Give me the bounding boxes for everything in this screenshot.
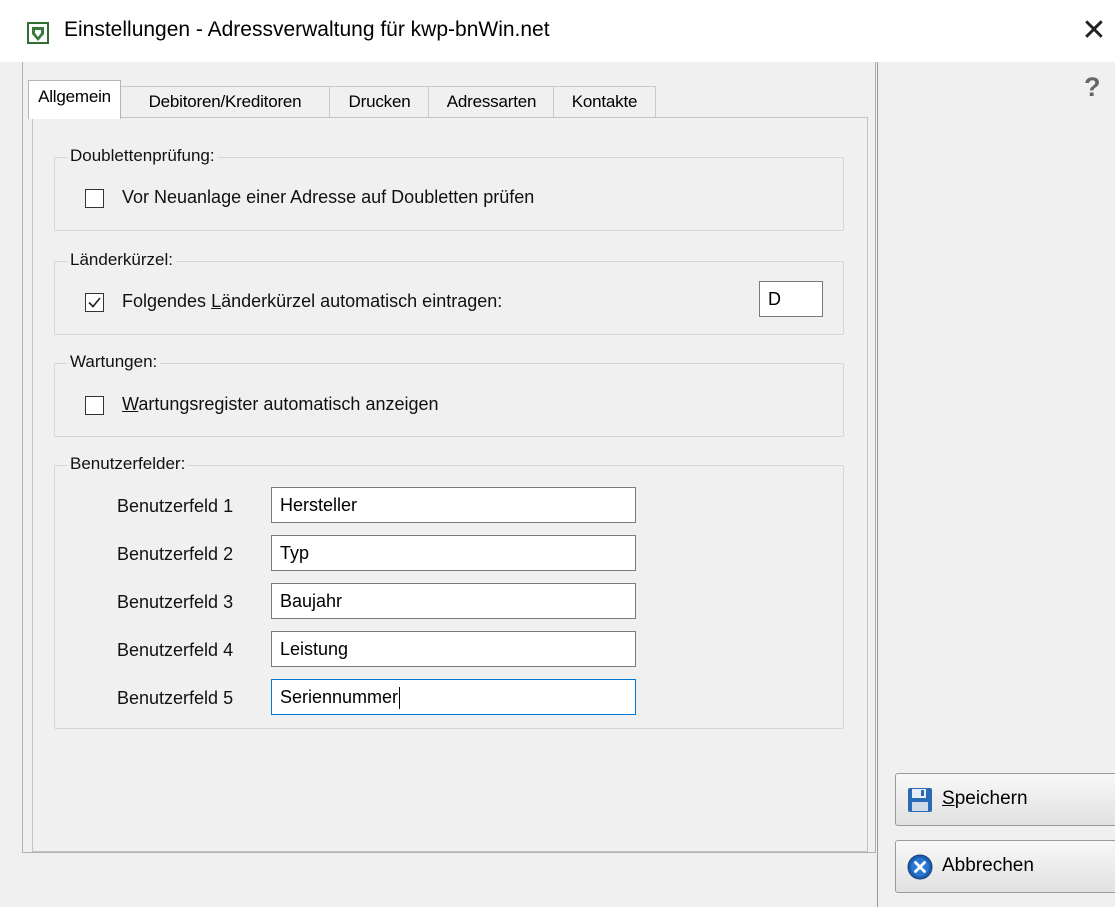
benutzerfeld-3-label: Benutzerfeld 3 [117,592,234,612]
cancel-button[interactable]: Abbrechen [895,840,1115,893]
group-title-doubletten: Doublettenprüfung: [67,146,218,166]
wartungen-checkbox-label[interactable]: Wartungsregister automatisch anzeigen [122,394,439,415]
benutzerfeld-1-input[interactable]: Hersteller [271,487,636,523]
tab-debitoren-kreditoren[interactable]: Debitoren/Kreditoren [119,86,331,117]
wartungen-label-mnemonic: W [122,394,139,414]
tab-adressarten[interactable]: Adressarten [428,86,555,117]
text-caret [399,687,401,710]
benutzerfeld-1-label: Benutzerfeld 1 [117,496,234,516]
laender-label-mnemonic: L [211,291,222,311]
benutzerfeld-4-label: Benutzerfeld 4 [117,640,234,660]
laenderkuerzel-input[interactable]: D [759,281,823,317]
title-bar: Einstellungen - Adressverwaltung für kwp… [0,0,1115,62]
doubletten-checkbox[interactable] [85,189,104,208]
close-icon: ✕ [1081,14,1107,47]
save-button-label: Speichern [942,788,1028,810]
cancel-x-icon [907,854,933,880]
laender-label-pre: Folgendes [122,291,212,311]
close-button[interactable]: ✕ [1078,14,1110,48]
save-label-mnemonic: S [942,788,955,809]
benutzerfeld-4-input[interactable]: Leistung [271,631,636,667]
app-shield-icon [27,22,49,44]
window-title: Einstellungen - Adressverwaltung für kwp… [64,18,550,41]
wartungen-label-post: artungsregister automatisch anzeigen [138,394,439,414]
save-button[interactable]: Speichern [895,773,1115,826]
tab-kontakte[interactable]: Kontakte [553,86,656,117]
cancel-button-label: Abbrechen [942,855,1034,876]
group-title-laender: Länderkürzel: [67,250,177,270]
save-label-rest: peichern [954,788,1028,809]
benutzerfeld-5-label: Benutzerfeld 5 [117,688,234,708]
laender-checkbox-label[interactable]: Folgendes Länderkürzel automatisch eintr… [122,291,502,312]
help-icon[interactable]: ? [1084,72,1101,103]
wartungen-checkbox[interactable] [85,396,104,415]
tab-allgemein[interactable]: Allgemein [28,80,121,119]
benutzerfeld-2-input[interactable]: Typ [271,535,636,571]
benutzerfeld-5-value: Seriennummer [280,687,399,707]
benutzerfeld-2-label: Benutzerfeld 2 [117,544,234,564]
laender-checkbox[interactable] [85,293,104,312]
group-title-wartungen: Wartungen: [67,352,161,372]
laender-label-post: änderkürzel automatisch eintragen: [221,291,503,311]
group-title-benutzerfelder: Benutzerfelder: [67,454,189,474]
tab-drucken[interactable]: Drucken [329,86,430,117]
doubletten-checkbox-label[interactable]: Vor Neuanlage einer Adresse auf Doublett… [122,187,534,208]
benutzerfeld-3-input[interactable]: Baujahr [271,583,636,619]
floppy-disk-icon [908,788,932,812]
checkmark-icon [88,297,101,308]
benutzerfeld-5-input[interactable]: Seriennummer [271,679,636,715]
